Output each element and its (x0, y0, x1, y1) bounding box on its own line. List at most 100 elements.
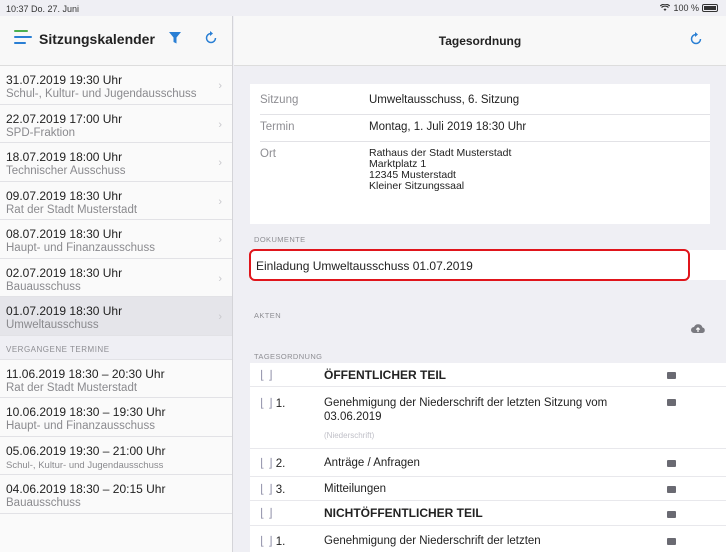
session-name: Rat der Stadt Musterstadt (6, 381, 138, 394)
session-item[interactable]: 18.07.2019 18:00 Uhr Technischer Ausschu… (0, 143, 232, 182)
checkbox-bracket-icon: ⌊ ⌋ (260, 456, 273, 470)
info-label: Sitzung (260, 94, 299, 106)
info-label: Termin (260, 121, 295, 133)
main-panel: Tagesordnung Sitzung Umweltausschuss, 6.… (234, 16, 726, 552)
session-name: Schul-, Kultur- und Jugendausschuss (6, 88, 197, 100)
agenda-item[interactable]: ⌊ ⌋ 1. Genehmigung der Niederschrift der … (250, 387, 726, 449)
sidebar-title: Sitzungskalender (39, 31, 155, 47)
agenda-item[interactable]: ⌊ ⌋ 3. Mitteilungen (250, 477, 726, 501)
session-name: SPD-Fraktion (6, 126, 76, 139)
session-date: 02.07.2019 18:30 Uhr (6, 265, 123, 280)
agenda-item[interactable]: ⌊ ⌋ NICHTÖFFENTLICHER TEIL (250, 501, 726, 526)
agenda-title: NICHTÖFFENTLICHER TEIL (324, 506, 483, 520)
document-marker-icon (667, 511, 676, 518)
agenda-item[interactable]: ⌊ ⌋ 1. Genehmigung der Niederschrift der … (250, 526, 726, 552)
session-item[interactable]: 11.06.2019 18:30 – 20:30 Uhr Rat der Sta… (0, 359, 232, 398)
address-line: Kleiner Sitzungssaal (369, 180, 465, 192)
document-marker-icon (667, 486, 676, 493)
agenda-number-text: 2. (275, 458, 286, 470)
agenda-number: ⌊ ⌋ 1. (260, 534, 285, 548)
session-name: Schul-, Kultur- und Jugendausschuss (6, 459, 164, 471)
refresh-icon[interactable] (688, 31, 704, 47)
session-item[interactable]: 31.07.2019 19:30 Uhr Schul-, Kultur- und… (0, 66, 232, 105)
agenda-title: ÖFFENTLICHER TEIL (324, 368, 446, 382)
session-item[interactable]: 04.06.2019 18:30 – 20:15 Uhr Bauausschus… (0, 475, 232, 514)
session-item-selected[interactable]: 01.07.2019 18:30 Uhr Umweltausschuss › (0, 297, 232, 336)
session-name: Rat der Stadt Musterstadt (6, 203, 138, 216)
agenda-number-text: 3. (275, 484, 286, 496)
agenda-number: ⌊ ⌋ 3. (260, 482, 285, 496)
session-name: Umweltausschuss (6, 319, 99, 331)
session-name: Bauausschuss (6, 497, 81, 509)
session-item[interactable]: 02.07.2019 18:30 Uhr Bauausschuss › (0, 258, 232, 297)
info-value: Montag, 1. Juli 2019 18:30 Uhr (369, 121, 527, 133)
session-date: 31.07.2019 19:30 Uhr (6, 73, 123, 87)
session-item[interactable]: 05.06.2019 19:30 – 21:00 Uhr Schul-, Kul… (0, 436, 232, 475)
battery-label: 100 % (673, 3, 699, 13)
session-name: Bauausschuss (6, 280, 81, 293)
session-date: 22.07.2019 17:00 Uhr (6, 111, 123, 126)
chevron-right-icon: › (218, 118, 222, 131)
meeting-info-card: Sitzung Umweltausschuss, 6. Sitzung Term… (250, 84, 710, 224)
chevron-right-icon: › (218, 234, 222, 246)
akten-section-label: Akten (254, 311, 282, 320)
chevron-right-icon: › (218, 80, 222, 92)
agenda-number: ⌊ ⌋ 1. (260, 396, 285, 410)
session-item[interactable]: 10.06.2019 18:30 – 19:30 Uhr Haupt- und … (0, 398, 232, 437)
session-date: 11.06.2019 18:30 – 20:30 Uhr (6, 366, 165, 381)
chevron-right-icon: › (218, 311, 222, 323)
agenda-number: ⌊ ⌋ 2. (260, 456, 285, 470)
info-value: Umweltausschuss, 6. Sitzung (369, 94, 520, 106)
checkbox-bracket-icon: ⌊ ⌋ (260, 368, 273, 382)
agenda-subtitle: (Niederschrift) (324, 431, 375, 440)
session-date: 05.06.2019 19:30 – 21:00 Uhr (6, 443, 166, 458)
highlight-box (249, 249, 690, 281)
upcoming-list: 31.07.2019 19:30 Uhr Schul-, Kultur- und… (0, 66, 232, 336)
session-name: Technischer Ausschuss (6, 165, 126, 177)
chevron-right-icon: › (218, 272, 222, 285)
session-date: 10.06.2019 18:30 – 19:30 Uhr (6, 405, 166, 419)
document-marker-icon (667, 399, 676, 406)
agenda-number: ⌊ ⌋ (260, 506, 276, 520)
status-bar: 10:37 Do. 27. Juni 100 % (0, 0, 726, 16)
agenda-item[interactable]: ⌊ ⌋ ÖFFENTLICHER TEIL (250, 363, 726, 387)
agenda-title: Genehmigung der Niederschrift der letzte… (324, 535, 541, 547)
info-label: Ort (260, 148, 276, 160)
documents-section-label: Dokumente (254, 235, 306, 244)
document-marker-icon (667, 460, 676, 467)
agenda-title: Mitteilungen (324, 483, 387, 495)
battery-icon (702, 4, 718, 12)
chevron-right-icon: › (218, 195, 222, 208)
session-name: Haupt- und Finanzausschuss (6, 420, 155, 432)
page-title: Tagesordnung (438, 34, 522, 48)
agenda-item[interactable]: ⌊ ⌋ 2. Anträge / Anfragen (250, 449, 726, 477)
sidebar-header: Sitzungskalender (0, 16, 232, 66)
session-date: 01.07.2019 18:30 Uhr (6, 304, 123, 318)
session-item[interactable]: 08.07.2019 18:30 Uhr Haupt- und Finanzau… (0, 220, 232, 259)
session-name: Haupt- und Finanzausschuss (6, 242, 155, 254)
agenda-number: ⌊ ⌋ (260, 368, 276, 382)
session-item[interactable]: 09.07.2019 18:30 Uhr Rat der Stadt Muste… (0, 181, 232, 220)
cloud-upload-icon[interactable] (690, 322, 706, 334)
session-date: 08.07.2019 18:30 Uhr (6, 227, 123, 241)
main-header: Tagesordnung (234, 16, 726, 66)
menu-icon[interactable] (14, 30, 32, 44)
agenda-title: Genehmigung der Niederschrift der letzte… (324, 397, 608, 423)
checkbox-bracket-icon: ⌊ ⌋ (260, 506, 273, 520)
status-time: 10:37 Do. 27. Juni (6, 4, 80, 14)
session-item[interactable]: 22.07.2019 17:00 Uhr SPD-Fraktion › (0, 104, 232, 143)
checkbox-bracket-icon: ⌊ ⌋ (260, 396, 273, 410)
agenda-number-text: 1. (275, 536, 286, 548)
divider (260, 141, 710, 142)
checkbox-bracket-icon: ⌊ ⌋ (260, 482, 273, 496)
session-date: 04.06.2019 18:30 – 20:15 Uhr (6, 482, 166, 496)
chevron-right-icon: › (218, 157, 222, 169)
filter-icon[interactable] (168, 31, 182, 45)
agenda-title: Anträge / Anfragen (324, 457, 420, 469)
document-marker-icon (667, 372, 676, 379)
refresh-icon[interactable] (203, 30, 219, 46)
document-marker-icon (667, 538, 676, 545)
session-date: 18.07.2019 18:00 Uhr (6, 150, 123, 164)
past-list: 11.06.2019 18:30 – 20:30 Uhr Rat der Sta… (0, 359, 232, 514)
status-right: 100 % (660, 3, 718, 13)
